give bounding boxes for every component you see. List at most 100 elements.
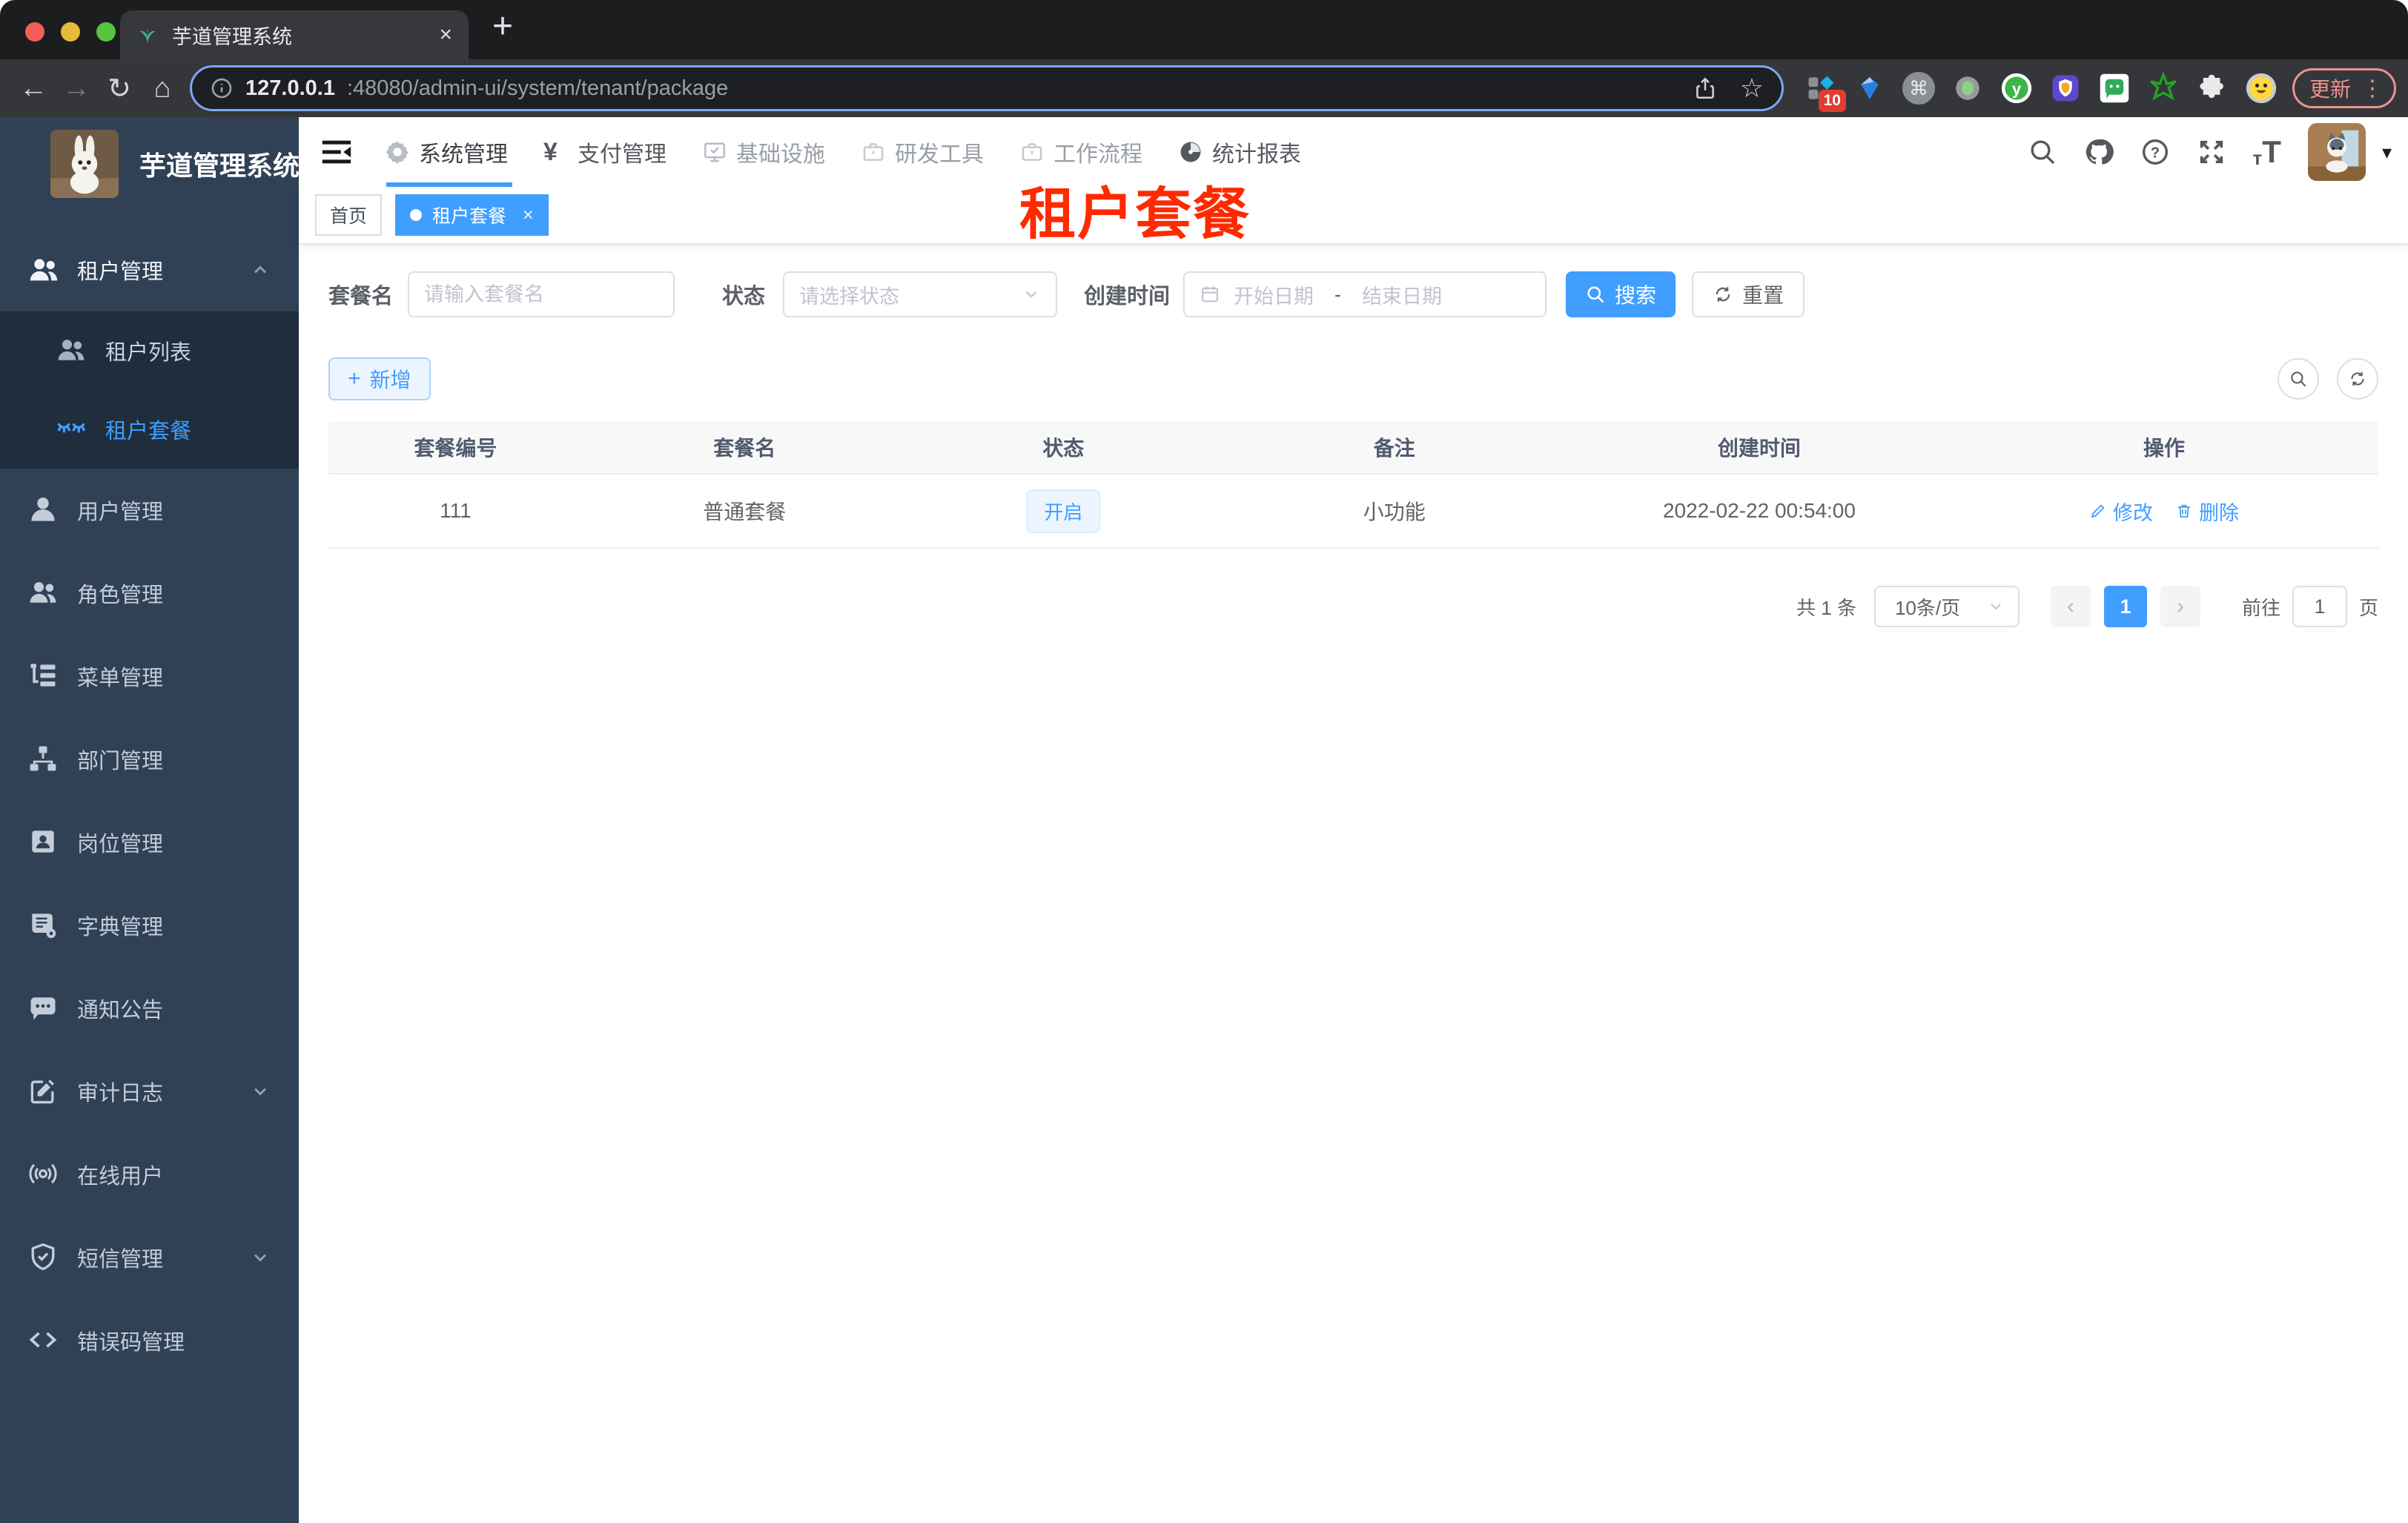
browser-update-button[interactable]: 更新 ⋮ bbox=[2292, 68, 2396, 108]
home-icon[interactable]: ⌂ bbox=[141, 73, 184, 105]
name-filter-field[interactable] bbox=[408, 271, 675, 317]
minimize-window-button[interactable] bbox=[61, 22, 80, 42]
forward-icon[interactable]: → bbox=[55, 73, 98, 105]
goto-page-input[interactable] bbox=[2308, 595, 2331, 618]
page-size-select[interactable]: 10条/页 bbox=[1873, 586, 2020, 627]
grid-diamond-extension-icon[interactable]: 10 bbox=[1805, 72, 1846, 112]
sidebar-item-label: 租户列表 bbox=[105, 341, 192, 365]
bookmark-star-icon[interactable]: ☆ bbox=[1740, 73, 1764, 104]
sidebar-item-post-management[interactable]: 岗位管理 bbox=[0, 801, 299, 884]
zoom-window-button[interactable] bbox=[96, 22, 116, 42]
font-size-icon[interactable]: тT bbox=[2253, 136, 2281, 168]
sidebar-item-role-management[interactable]: 角色管理 bbox=[0, 552, 299, 635]
logo-rabbit-image bbox=[50, 130, 119, 198]
date-range-picker[interactable]: 开始日期 - 结束日期 bbox=[1183, 271, 1547, 317]
tab-payment-management[interactable]: ¥ 支付管理 bbox=[543, 136, 666, 168]
close-window-button[interactable] bbox=[25, 22, 44, 42]
edit-log-icon bbox=[27, 1074, 61, 1109]
smiley-extension-icon[interactable] bbox=[2245, 72, 2278, 105]
current-page-button[interactable]: 1 bbox=[2103, 586, 2147, 627]
sidebar-item-tenant-package[interactable]: 租户套餐 bbox=[0, 390, 299, 469]
reset-button[interactable]: 重置 bbox=[1692, 271, 1805, 317]
tab-workflow[interactable]: 工作流程 bbox=[1019, 136, 1142, 168]
delete-label: 删除 bbox=[2199, 501, 2240, 524]
sidebar-item-menu-management[interactable]: 菜单管理 bbox=[0, 635, 299, 718]
sidebar-collapse-icon[interactable] bbox=[320, 135, 354, 169]
back-icon[interactable]: ← bbox=[12, 73, 55, 105]
goto-label: 前往 bbox=[2241, 596, 2280, 619]
prev-page-button[interactable]: ‹ bbox=[2050, 586, 2091, 627]
code-icon bbox=[27, 1324, 61, 1358]
sidebar-item-dept-management[interactable]: 部门管理 bbox=[0, 718, 299, 801]
active-dot bbox=[410, 209, 423, 221]
tag-tenant-package[interactable]: 租户套餐 × bbox=[395, 194, 549, 236]
trash-icon bbox=[2178, 504, 2191, 518]
tag-home[interactable]: 首页 bbox=[315, 194, 383, 236]
y-extension-icon[interactable]: y bbox=[2000, 72, 2033, 105]
sidebar-item-online-users[interactable]: 在线用户 bbox=[0, 1133, 299, 1216]
new-tab-button[interactable]: + bbox=[492, 6, 513, 47]
share-icon[interactable] bbox=[1693, 76, 1718, 101]
sidebar-item-dict-management[interactable]: 字典管理 bbox=[0, 884, 299, 967]
date-filter-label: 创建时间 bbox=[1084, 285, 1171, 308]
sidebar-item-tenant-list[interactable]: 租户列表 bbox=[0, 311, 299, 390]
command-extension-icon[interactable]: ⌘ bbox=[1902, 72, 1935, 105]
table-row[interactable]: 111 普通套餐 开启 小功能 2022-02-22 00:54:00 修改 删… bbox=[328, 473, 2378, 547]
fullscreen-icon[interactable] bbox=[2197, 137, 2226, 167]
blue-gem-extension-icon[interactable] bbox=[1853, 72, 1886, 105]
toggle-search-button[interactable] bbox=[2278, 358, 2319, 400]
sidebar-item-audit-log[interactable]: 审计日志 bbox=[0, 1050, 299, 1133]
people-icon bbox=[55, 334, 89, 368]
col-header-id: 套餐编号 bbox=[414, 437, 497, 460]
name-input[interactable] bbox=[424, 283, 659, 306]
chevron-down-icon bbox=[1991, 604, 2001, 610]
puzzle-extension-icon[interactable] bbox=[2196, 72, 2229, 105]
record-extension-icon[interactable] bbox=[1951, 72, 1984, 105]
refresh-table-button[interactable] bbox=[2337, 358, 2378, 400]
github-icon[interactable] bbox=[2084, 137, 2114, 167]
site-info-icon[interactable] bbox=[210, 76, 234, 100]
browser-window: 芋道管理系统 × + ← → ↻ ⌂ 127.0.0.1 :48080/admi… bbox=[0, 0, 2408, 117]
shield-extension-icon[interactable] bbox=[2049, 72, 2082, 105]
table-header: 套餐编号 套餐名 状态 备注 创建时间 操作 bbox=[328, 421, 2378, 473]
menu-kebab-icon[interactable]: ⋮ bbox=[2361, 76, 2384, 102]
green-star-extension-icon[interactable] bbox=[2147, 72, 2180, 105]
tab-dev-tools[interactable]: 研发工具 bbox=[861, 136, 984, 168]
sidebar-item-label: 菜单管理 bbox=[77, 667, 164, 690]
add-button[interactable]: + 新增 bbox=[328, 357, 431, 400]
total-count: 共 1 条 bbox=[1796, 596, 1856, 619]
tab-infrastructure[interactable]: 基础设施 bbox=[702, 136, 825, 168]
avatar-caret-icon[interactable]: ▾ bbox=[2382, 141, 2392, 164]
tag-label: 首页 bbox=[330, 206, 368, 227]
address-bar[interactable]: 127.0.0.1 :48080/admin-ui/system/tenant/… bbox=[190, 65, 1784, 111]
sidebar-item-tenant-management[interactable]: 租户管理 bbox=[0, 228, 299, 311]
sidebar: 芋道管理系统 租户管理 租户列表 租户套餐 用户管理 角色管理 菜单管理 部门管… bbox=[0, 117, 300, 1523]
browser-tab[interactable]: 芋道管理系统 × bbox=[120, 10, 469, 59]
chat-extension-icon[interactable] bbox=[2098, 72, 2131, 105]
reload-icon[interactable]: ↻ bbox=[98, 72, 141, 105]
tag-label: 租户套餐 bbox=[432, 206, 507, 227]
people-icon bbox=[27, 253, 61, 287]
sidebar-item-sms-management[interactable]: 短信管理 bbox=[0, 1216, 299, 1299]
cell-remark: 小功能 bbox=[1363, 500, 1426, 523]
badge-icon bbox=[27, 825, 61, 859]
sidebar-item-label: 在线用户 bbox=[77, 1165, 164, 1189]
tag-close-icon[interactable]: × bbox=[523, 205, 534, 226]
avatar[interactable] bbox=[2307, 123, 2366, 181]
edit-link[interactable]: 修改 bbox=[2089, 497, 2153, 526]
goto-page-field[interactable] bbox=[2292, 586, 2347, 627]
pencil-icon bbox=[2091, 504, 2105, 518]
tab-reports[interactable]: 统计报表 bbox=[1178, 136, 1301, 168]
help-icon[interactable]: ? bbox=[2140, 137, 2170, 167]
status-select[interactable]: 请选择状态 bbox=[783, 271, 1058, 317]
sidebar-item-label: 用户管理 bbox=[77, 500, 164, 524]
sidebar-item-user-management[interactable]: 用户管理 bbox=[0, 469, 299, 552]
tab-close-icon[interactable]: × bbox=[439, 22, 452, 47]
delete-link[interactable]: 删除 bbox=[2175, 497, 2239, 526]
search-icon[interactable] bbox=[2028, 137, 2057, 167]
search-button[interactable]: 搜索 bbox=[1566, 271, 1676, 317]
tab-system-management[interactable]: 系统管理 bbox=[385, 136, 508, 168]
sidebar-item-error-code[interactable]: 错误码管理 bbox=[0, 1299, 299, 1382]
next-page-button[interactable]: › bbox=[2160, 586, 2200, 627]
sidebar-item-notice[interactable]: 通知公告 bbox=[0, 967, 299, 1050]
